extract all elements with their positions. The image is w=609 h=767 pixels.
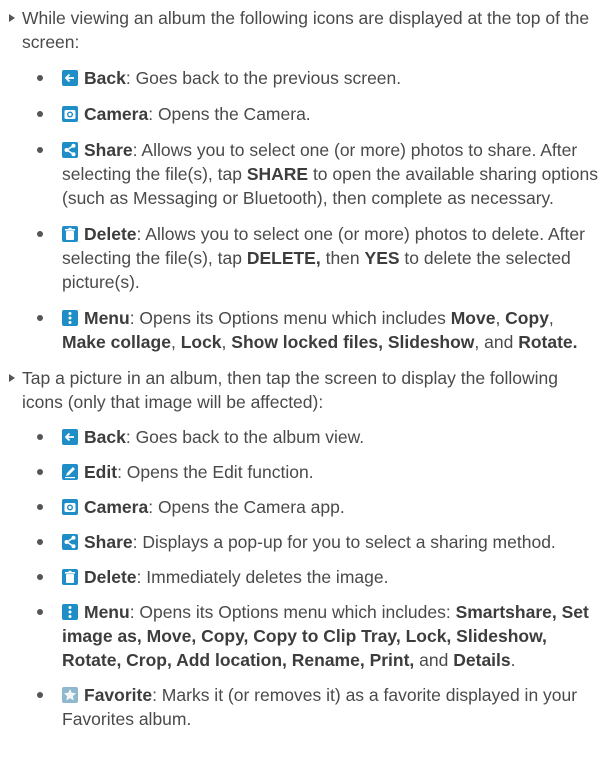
document-page: While viewing an album the following ico… (0, 0, 609, 731)
keyword-move: Move (450, 308, 496, 328)
item-term: Delete (84, 567, 137, 587)
item-term: Back (84, 68, 126, 88)
keyword-yes: YES (364, 248, 400, 268)
item-term: Camera (84, 104, 149, 124)
separator: , (221, 332, 232, 352)
item-term: Share (84, 532, 133, 552)
share-icon (62, 534, 78, 550)
menu-dots-icon (62, 310, 78, 326)
camera-icon (62, 499, 78, 515)
item-term: Share (84, 140, 133, 160)
item-desc: : Opens the Camera app. (148, 497, 345, 517)
item-desc: : Immediately deletes the image. (136, 567, 389, 587)
camera-icon (62, 106, 78, 122)
item-desc: : Goes back to the previous screen. (125, 68, 402, 88)
keyword-share: SHARE (246, 164, 309, 184)
list-item-share: Share: Allows you to select one (or more… (22, 138, 599, 210)
keyword-details: Details (453, 650, 511, 670)
keyword-slideshow: Slideshow (387, 332, 475, 352)
item-term: Menu (84, 602, 130, 622)
list-item-camera: Camera: Opens the Camera. (22, 102, 599, 126)
section-marker (9, 14, 15, 22)
edit-icon (62, 464, 78, 480)
item-desc: : Opens the Camera. (148, 104, 311, 124)
list-item-back: Back: Goes back to the album view. (22, 425, 599, 449)
separator: , (495, 308, 506, 328)
separator: , (170, 332, 181, 352)
item-term: Back (84, 427, 126, 447)
list-item-camera: Camera: Opens the Camera app. (22, 495, 599, 519)
item-desc: : Displays a pop-up for you to select a … (132, 532, 556, 552)
separator: , and (474, 332, 519, 352)
keyword-lock: Lock (180, 332, 222, 352)
item-term: Camera (84, 497, 149, 517)
item-desc-cont: and (414, 650, 454, 670)
keyword-delete: DELETE, (246, 248, 321, 268)
section-intro: While viewing an album the following ico… (22, 8, 590, 52)
icon-list: Back: Goes back to the previous screen. … (22, 66, 599, 354)
star-icon (62, 687, 78, 703)
item-term: Edit (84, 462, 118, 482)
back-arrow-icon (62, 70, 78, 86)
item-desc-end: . (510, 650, 516, 670)
keyword-copy: Copy (505, 308, 549, 328)
item-term: Favorite (84, 685, 153, 705)
section-intro: Tap a picture in an album, then tap the … (22, 368, 559, 412)
item-term: Menu (84, 308, 130, 328)
trash-icon (62, 569, 78, 585)
list-item-share: Share: Displays a pop-up for you to sele… (22, 530, 599, 554)
share-icon (62, 142, 78, 158)
list-item-favorite: Favorite: Marks it (or removes it) as a … (22, 683, 599, 731)
list-item-delete: Delete: Immediately deletes the image. (22, 565, 599, 589)
item-desc: : Opens its Options menu which includes (129, 308, 451, 328)
item-desc: : Opens the Edit function. (117, 462, 314, 482)
list-item-delete: Delete: Allows you to select one (or mor… (22, 222, 599, 294)
keyword-rotate: Rotate. (518, 332, 578, 352)
list-item-menu: Menu: Opens its Options menu which inclu… (22, 600, 599, 672)
icon-list: Back: Goes back to the album view. Edit:… (22, 425, 599, 731)
item-desc: : Goes back to the album view. (125, 427, 365, 447)
list-item-back: Back: Goes back to the previous screen. (22, 66, 599, 90)
section-marker (9, 374, 15, 382)
list-item-menu: Menu: Opens its Options menu which inclu… (22, 306, 599, 354)
keyword-show-locked-files: Show locked files, (231, 332, 383, 352)
item-term: Delete (84, 224, 137, 244)
menu-dots-icon (62, 604, 78, 620)
album-icons-section: While viewing an album the following ico… (4, 6, 599, 354)
back-arrow-icon (62, 429, 78, 445)
picture-icons-section: Tap a picture in an album, then tap the … (4, 366, 599, 731)
list-item-edit: Edit: Opens the Edit function. (22, 460, 599, 484)
item-desc-cont: then (320, 248, 365, 268)
separator: , (548, 308, 554, 328)
trash-icon (62, 226, 78, 242)
item-desc: : Opens its Options menu which includes: (129, 602, 456, 622)
keyword-make-collage: Make collage (62, 332, 171, 352)
